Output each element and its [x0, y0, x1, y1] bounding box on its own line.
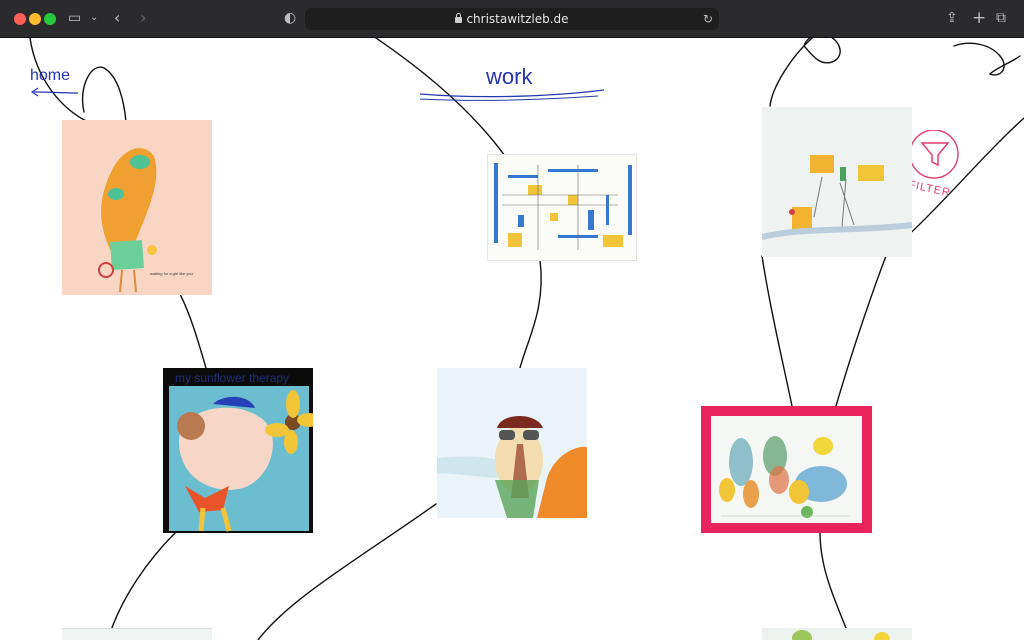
nav-work-link[interactable]: work [486, 64, 532, 90]
nav-home-link[interactable]: home [30, 67, 70, 85]
artwork-caption-1: waiting for a girl like you [150, 271, 193, 276]
artwork-thumbnail-3[interactable] [762, 107, 912, 257]
artwork-image-2 [494, 163, 632, 250]
artwork-thumbnail-6[interactable] [701, 406, 872, 533]
artwork-image-3 [762, 155, 912, 240]
new-tab-icon[interactable]: + [972, 9, 986, 27]
filter-circle [909, 130, 959, 179]
reload-icon[interactable]: ↻ [703, 10, 713, 28]
artwork-thumbnail-7[interactable] [62, 628, 212, 640]
share-icon[interactable]: ⇪ [946, 9, 958, 27]
page-content: home work FILTER waiting for a girl like… [0, 38, 1024, 640]
artwork-image-5 [437, 416, 587, 518]
close-window-button[interactable] [14, 13, 26, 25]
lock-icon [455, 13, 463, 23]
artwork-thumbnail-1[interactable]: waiting for a girl like you [62, 120, 212, 295]
address-bar[interactable]: christawitzleb.de ↻ [305, 8, 719, 30]
artwork-frame-6 [711, 416, 862, 523]
artwork-thumbnail-8[interactable] [762, 628, 912, 640]
browser-toolbar: ▭ ⌄ ‹ › ◐ christawitzleb.de ↻ ⇪ + ⧉ [0, 0, 1024, 38]
artwork-image-6 [719, 436, 851, 518]
artwork-image-1 [98, 148, 157, 293]
minimize-window-button[interactable] [29, 13, 41, 25]
back-arrow-icon[interactable]: ‹ [114, 9, 120, 27]
artwork-image-8 [792, 630, 890, 640]
tab-overview-icon[interactable]: ⧉ [996, 9, 1006, 27]
artwork-thumbnail-4[interactable]: my sunflower therapy [163, 368, 313, 533]
funnel-icon [920, 142, 950, 167]
filter-button[interactable] [904, 130, 964, 210]
sidebar-toggle-icon[interactable]: ▭ [68, 9, 81, 27]
artwork-thumbnail-5[interactable] [437, 368, 587, 518]
zoom-window-button[interactable] [44, 13, 56, 25]
artwork-caption-4: my sunflower therapy [175, 371, 290, 385]
artwork-thumbnail-2[interactable] [487, 154, 637, 261]
forward-arrow-icon[interactable]: › [140, 9, 146, 27]
privacy-shield-icon[interactable]: ◐ [284, 9, 296, 27]
url-text: christawitzleb.de [305, 8, 719, 30]
artwork-image-4 [169, 386, 313, 532]
chevron-down-icon[interactable]: ⌄ [90, 9, 98, 27]
